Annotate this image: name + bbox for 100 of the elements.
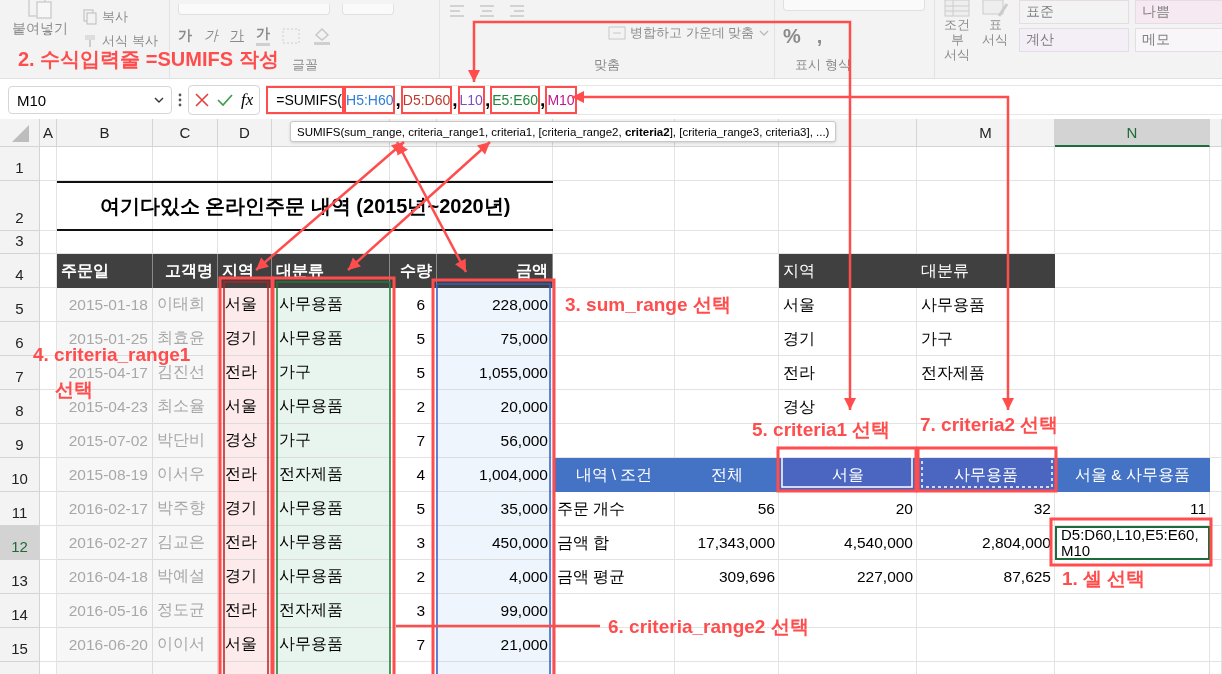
row-header[interactable]: 12: [0, 526, 40, 560]
table-cell: 사무용품: [272, 628, 390, 662]
table-cell-text: 3: [415, 533, 426, 553]
table-cell: 2015-08-19: [57, 458, 153, 492]
group-label: 표시 형식: [795, 56, 851, 74]
table-cell: 최소율: [153, 390, 218, 424]
table-cell-text: 가구: [920, 328, 954, 349]
column-header[interactable]: C: [153, 119, 218, 147]
table-cell: 사무용품: [272, 288, 390, 322]
cell-style-button[interactable]: 표준: [1019, 0, 1129, 24]
caret-icon: [153, 95, 165, 105]
column-header[interactable]: A: [40, 119, 57, 147]
row-header[interactable]: 8: [0, 390, 40, 424]
button-label: 복사: [102, 8, 128, 26]
button-label: 표 서식: [981, 18, 1009, 48]
table-cell-text: 경상: [782, 396, 816, 417]
column-header[interactable]: D: [218, 119, 272, 147]
table-cell-text: 2,804,000: [981, 533, 1052, 553]
table-cell: 박주향: [153, 492, 218, 526]
formula-field[interactable]: =SUMIFS( H5:H60,D5:D60,L10,E5:E60,M10: [266, 85, 1222, 115]
table-cell-text: 11: [1188, 499, 1207, 519]
row-header[interactable]: 9: [0, 424, 40, 458]
table-cell-text: 32: [1032, 499, 1052, 519]
column-header[interactable]: B: [57, 119, 153, 147]
caret-icon: [758, 28, 771, 38]
row-header[interactable]: 4: [0, 254, 40, 288]
button-label: 조건부 서식: [943, 18, 971, 63]
table-cell-text: 전라: [782, 362, 816, 383]
name-box[interactable]: M10: [8, 86, 172, 114]
table-cell-text: 4: [415, 465, 426, 485]
more-icon: [178, 93, 182, 107]
cell-style-button[interactable]: 메모: [1135, 28, 1222, 52]
row-header[interactable]: 5: [0, 288, 40, 322]
table-cell-text: 3: [415, 601, 426, 621]
table-cell: 정도균: [153, 594, 218, 628]
column-heading: 지역: [779, 254, 917, 288]
table-cell-text: 56: [756, 499, 776, 519]
table-cell-text: 서울: [782, 294, 816, 315]
close-icon[interactable]: [195, 93, 209, 107]
table-cell-text: 전자제품: [920, 362, 986, 383]
table-cell-text: 309,696: [717, 567, 776, 587]
row-header[interactable]: 13: [0, 560, 40, 594]
button-label: 붙여넣기: [12, 20, 68, 38]
table-cell-text: 20: [894, 499, 914, 519]
row-header[interactable]: 10: [0, 458, 40, 492]
table-cell: 김교은: [153, 526, 218, 560]
table-cell: 2016-06-20: [57, 628, 153, 662]
row-header[interactable]: 11: [0, 492, 40, 526]
check-icon[interactable]: [217, 93, 233, 107]
insert-function-button[interactable]: fx: [241, 90, 254, 110]
align-left-icon[interactable]: [448, 4, 466, 18]
annotation-label: 선택: [55, 378, 93, 400]
number-format-field[interactable]: [783, 0, 925, 11]
table-cell: 20,000: [437, 390, 553, 424]
table-cell: 228,000: [437, 288, 553, 322]
table-cell-text: 경기: [782, 328, 816, 349]
fill-color-icon[interactable]: [312, 26, 332, 45]
font-name-field[interactable]: [178, 4, 330, 15]
column-heading: 대분류: [917, 254, 1055, 288]
table-cell: 전자제품: [272, 594, 390, 628]
table-cell: 2016-02-17: [57, 492, 153, 526]
table-cell: 1,055,000: [437, 356, 553, 390]
align-right-icon[interactable]: [508, 4, 526, 18]
table-cell: 56,000: [437, 424, 553, 458]
table-cell: 사무용품: [272, 526, 390, 560]
table-cell: 1,004,000: [437, 458, 553, 492]
table-cell: 가구: [272, 424, 390, 458]
row-header[interactable]: 1: [0, 147, 40, 181]
cell-edit-field[interactable]: D5:D60,L10,E5:E60, M10: [1055, 526, 1210, 560]
table-cell-text: 17,343,000: [696, 533, 776, 553]
table-cell-text: 4,540,000: [843, 533, 914, 553]
font-size-field[interactable]: [342, 4, 394, 15]
table-cell: 이이서: [153, 628, 218, 662]
annotation-label: 3. sum_range 선택: [565, 293, 731, 317]
row-header[interactable]: 15: [0, 628, 40, 662]
table-cell-text: 사무용품: [920, 294, 986, 315]
row-header[interactable]: 3: [0, 231, 40, 254]
row-header[interactable]: 2: [0, 181, 40, 231]
table-cell: 가구: [272, 356, 390, 390]
table-cell: 2015-01-18: [57, 288, 153, 322]
table-cell: 사무용품: [272, 322, 390, 356]
align-center-icon[interactable]: [478, 4, 496, 18]
cell-style-button[interactable]: 계산: [1019, 28, 1129, 52]
annotation-label: 6. criteria_range2 선택: [608, 615, 809, 639]
select-all-button[interactable]: [0, 119, 40, 147]
column-header[interactable]: N: [1055, 119, 1210, 147]
table-cell: 75,000: [437, 322, 553, 356]
group-label: 글꼴: [291, 56, 318, 74]
column-header[interactable]: M: [917, 119, 1055, 147]
table-cell: 사무용품: [272, 560, 390, 594]
table-cell-text: 227,000: [855, 567, 914, 587]
button-label: 서식 복사: [102, 32, 158, 50]
table-cell: 21,000: [437, 628, 553, 662]
row-header[interactable]: 14: [0, 594, 40, 628]
table-cell-text: 5: [415, 329, 426, 349]
column-heading: 전체: [675, 458, 779, 492]
table-cell-text: 5: [415, 363, 426, 383]
table-cell-text: 7: [415, 431, 426, 451]
table-cell-text: 2: [415, 567, 426, 587]
button-label: 병합하고 가운데 맞춤: [630, 24, 755, 42]
